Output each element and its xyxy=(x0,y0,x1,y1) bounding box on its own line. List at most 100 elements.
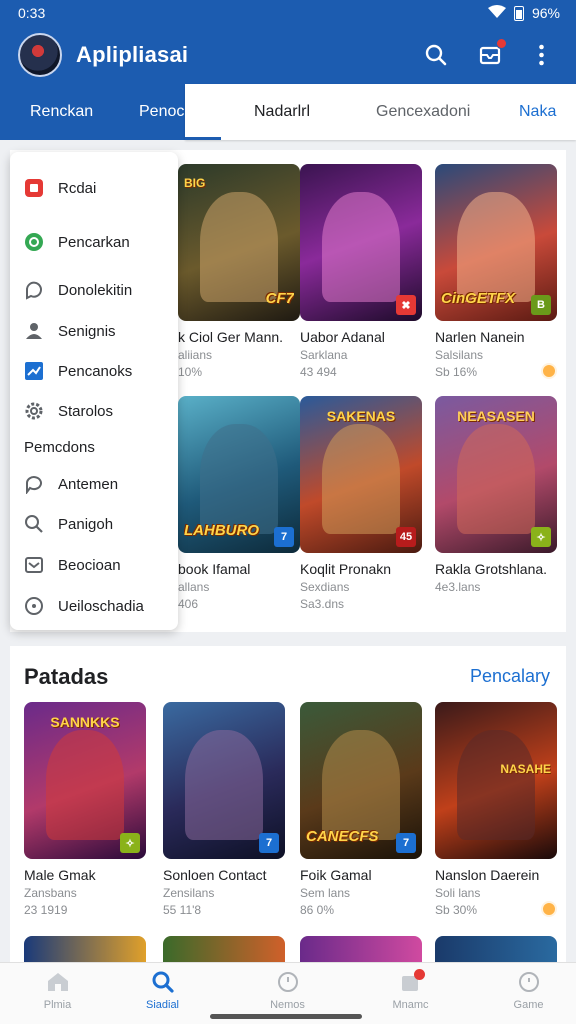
nav-item-mnamc[interactable]: Mnamc xyxy=(353,963,468,1024)
chart-icon xyxy=(24,361,44,381)
menu-item-pencarkan[interactable]: Pencarkan xyxy=(24,232,130,252)
section-title: Patadas xyxy=(24,664,109,689)
menu-item-starolos[interactable]: Starolos xyxy=(24,401,113,421)
game-thumbnail: SAKENAS 45 xyxy=(300,396,422,553)
search-button[interactable] xyxy=(422,41,450,69)
nav-item-plmia[interactable]: Plmia xyxy=(0,963,115,1024)
game-card-peek[interactable] xyxy=(24,936,146,962)
status-icons: 96% xyxy=(487,4,560,22)
game-meta: 10% xyxy=(178,365,203,379)
game-thumbnail: BIG CF7 xyxy=(178,164,300,321)
game-card[interactable]: NASAHE Nanslon Daerein Soli lans Sb 30% xyxy=(435,702,557,917)
menu-item-panigoh[interactable]: Panigoh xyxy=(24,514,113,534)
badge-icon: B xyxy=(531,295,551,315)
game-card[interactable]: NEASASEN ✧ Rakla Grotshlana. 4e3.lans xyxy=(435,396,557,597)
game-thumbnail: NASAHE xyxy=(435,702,557,859)
game-card[interactable]: SANNKKS ✧ Male Gmak Zansbans 23 1919 xyxy=(24,702,146,917)
info-icon xyxy=(24,596,44,616)
game-title: Nanslon Daerein xyxy=(435,867,540,883)
badge-icon: ✧ xyxy=(120,833,140,853)
game-title: Sonloen Contact xyxy=(163,867,267,883)
game-title: Uabor Adanal xyxy=(300,329,385,345)
menu-item-beocioan[interactable]: Beocioan xyxy=(24,555,121,575)
notification-badge xyxy=(496,38,507,49)
game-thumbnail: CinGETFX B xyxy=(435,164,557,321)
battery-level: 96% xyxy=(531,5,560,21)
game-subtitle: Zensilans xyxy=(163,886,215,900)
search-icon xyxy=(152,971,174,993)
game-title: k Ciol Ger Mann. xyxy=(178,329,284,345)
game-card[interactable]: CinGETFX B Narlen Nanein Salsilans Sb 16… xyxy=(435,164,557,379)
game-title: Foik Gamal xyxy=(300,867,372,883)
wifi-icon xyxy=(487,4,506,22)
home-indicator[interactable] xyxy=(210,1014,362,1019)
menu-item-rcdai[interactable]: Rcdai xyxy=(24,178,96,198)
tab-indicator xyxy=(185,137,221,140)
app-title: Aplipliasai xyxy=(76,42,189,67)
game-subtitle: Salsilans xyxy=(435,348,484,362)
nav-item-game[interactable]: Game xyxy=(471,963,576,1024)
game-meta: 55 11'8 xyxy=(163,903,202,917)
more-vert-icon xyxy=(539,44,544,66)
tab-gencexadoni[interactable]: Gencexadoni xyxy=(376,84,470,140)
game-subtitle: Soli lans xyxy=(435,886,481,900)
tab-nadarlrl[interactable]: Nadarlrl xyxy=(254,84,310,140)
battery-icon xyxy=(513,5,524,21)
comment-icon xyxy=(24,474,44,494)
game-thumbnail: ✖ xyxy=(300,164,422,321)
menu-section-label: Pemcdons xyxy=(24,439,95,456)
game-card[interactable]: 7 Sonloen Contact Zensilans 55 11'8 xyxy=(163,702,285,917)
game-title: Koqlit Pronakn xyxy=(300,561,392,577)
tab-renckan[interactable]: Renckan xyxy=(30,84,93,140)
game-title: book Ifamal xyxy=(178,561,251,577)
status-bar: 0:33 96% xyxy=(0,0,576,26)
red-square-icon xyxy=(24,178,44,198)
menu-item-pencanoks[interactable]: Pencanoks xyxy=(24,361,132,381)
person-icon xyxy=(24,321,44,341)
coin-icon xyxy=(541,901,557,917)
tab-penocia[interactable]: Penocia xyxy=(139,84,185,140)
game-subtitle: Sem lans xyxy=(300,886,351,900)
game-meta: 406 xyxy=(178,597,199,611)
badge-icon: ✧ xyxy=(531,527,551,547)
badge-icon: ✖ xyxy=(396,295,416,315)
game-thumbnail: SANNKKS ✧ xyxy=(24,702,146,859)
menu-item-ueiloschadia[interactable]: Ueiloschadia xyxy=(24,596,144,616)
avatar[interactable] xyxy=(18,33,62,77)
game-card-peek[interactable] xyxy=(163,936,285,962)
menu-item-antemen[interactable]: Antemen xyxy=(24,474,118,494)
game-meta: 86 0% xyxy=(300,903,335,917)
game-thumbnail: NEASASEN ✧ xyxy=(435,396,557,553)
game-meta: 43 494 xyxy=(300,365,337,379)
game-thumbnail: CANECFS 7 xyxy=(300,702,422,859)
badge-icon: 7 xyxy=(274,527,294,547)
chat-icon xyxy=(24,280,44,300)
game-card[interactable]: ✖ Uabor Adanal Sarklana 43 494 xyxy=(300,164,422,379)
search-icon xyxy=(425,44,447,66)
game-meta: Sb 16% xyxy=(435,363,557,379)
game-title: Male Gmak xyxy=(24,867,96,883)
menu-item-donolekitin[interactable]: Donolekitin xyxy=(24,280,132,300)
badge-icon: 45 xyxy=(396,527,416,547)
inbox-icon xyxy=(24,555,44,575)
see-all-link[interactable]: Pencalary xyxy=(470,666,550,687)
game-card[interactable]: BIG CF7 k Ciol Ger Mann. aliians 10% xyxy=(178,164,300,379)
bag-icon xyxy=(399,969,425,993)
game-card[interactable]: LAHBURO 7 book Ifamal allans 406 xyxy=(178,396,300,611)
notification-badge xyxy=(413,969,425,980)
game-thumbnail: 7 xyxy=(163,702,285,859)
game-card[interactable]: SAKENAS 45 Koqlit Pronakn Sexdians Sa3.d… xyxy=(300,396,422,611)
game-subtitle: 4e3.lans xyxy=(435,580,481,594)
game-meta: Sa3.dns xyxy=(300,597,345,611)
menu-item-senignis[interactable]: Senignis xyxy=(24,321,116,341)
more-options-button[interactable] xyxy=(530,41,558,69)
game-card[interactable]: CANECFS 7 Foik Gamal Sem lans 86 0% xyxy=(300,702,422,917)
gear-icon xyxy=(24,401,44,421)
game-card-peek[interactable] xyxy=(300,936,422,962)
nav-item-siadial[interactable]: Siadial xyxy=(105,963,220,1024)
game-meta: 23 1919 xyxy=(24,903,68,917)
notifications-button[interactable] xyxy=(476,38,507,69)
clock-icon xyxy=(277,972,298,992)
tab-naka[interactable]: Naka xyxy=(519,84,556,140)
game-card-peek[interactable] xyxy=(435,936,557,962)
